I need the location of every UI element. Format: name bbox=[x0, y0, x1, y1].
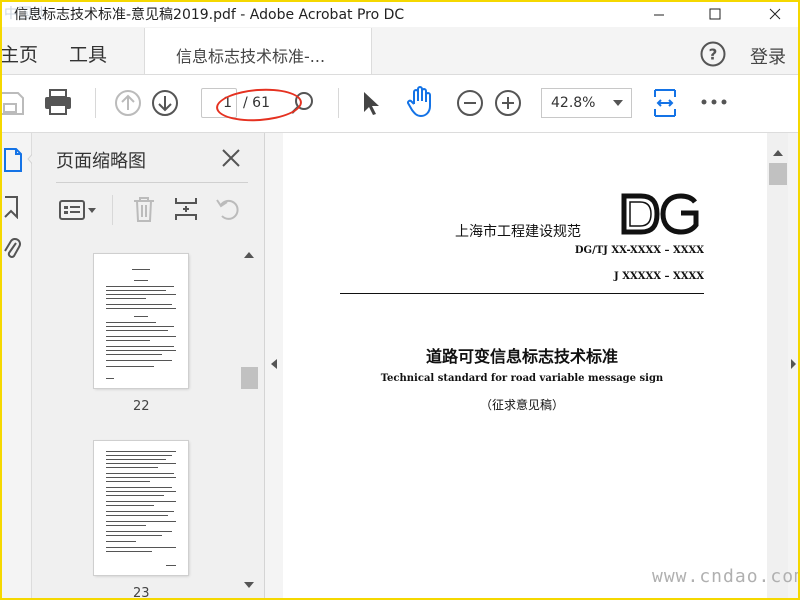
dg-logo bbox=[621, 193, 701, 235]
delete-page-button[interactable] bbox=[130, 194, 158, 224]
expand-right-panel-arrow-icon[interactable] bbox=[789, 358, 797, 370]
tab-document-label: 信息标志技术标准-... bbox=[176, 47, 326, 66]
zoom-out-button[interactable] bbox=[455, 88, 485, 118]
tab-bar bbox=[0, 27, 800, 75]
ellipsis-icon bbox=[701, 99, 727, 105]
cursor-arrow-icon bbox=[364, 92, 379, 115]
chevron-down-icon bbox=[612, 98, 624, 108]
doc-code-line-1: DG/TJ XX-XXXX – XXXX bbox=[574, 245, 704, 256]
doc-header-rule bbox=[340, 293, 704, 294]
arrow-down-circle-icon bbox=[152, 90, 178, 116]
thumbnail-page-22[interactable] bbox=[94, 254, 188, 388]
scroll-up-arrow-icon[interactable] bbox=[243, 250, 255, 260]
thumbnail-options-button[interactable] bbox=[58, 196, 98, 224]
options-list-icon bbox=[59, 200, 96, 220]
printer-icon bbox=[45, 89, 71, 115]
minus-circle-icon bbox=[457, 90, 483, 116]
thumbnail-page-23-label: 23 bbox=[133, 586, 150, 601]
print-button[interactable] bbox=[42, 86, 74, 118]
zoom-value: 42.8% bbox=[551, 95, 596, 111]
toolbar-separator bbox=[95, 88, 96, 118]
toolbar-separator bbox=[338, 88, 339, 118]
bookmark-icon bbox=[4, 196, 18, 219]
close-panel-button[interactable] bbox=[219, 146, 243, 170]
thumbnail-page-22-label: 22 bbox=[133, 399, 150, 414]
nav-home[interactable]: 主页 bbox=[0, 40, 38, 67]
maximize-button[interactable] bbox=[692, 0, 738, 27]
nav-tools[interactable]: 工具 bbox=[69, 40, 107, 67]
doc-publisher: 上海市工程建设规范 bbox=[455, 224, 581, 240]
panel-divider bbox=[56, 182, 248, 183]
save-button[interactable] bbox=[0, 88, 24, 118]
close-icon bbox=[769, 8, 781, 19]
thumbnail-scroll-thumb[interactable] bbox=[241, 367, 258, 389]
select-tool-button[interactable] bbox=[358, 88, 384, 118]
zoom-in-button[interactable] bbox=[493, 88, 523, 118]
insert-page-button[interactable] bbox=[172, 194, 200, 224]
previous-page-button[interactable] bbox=[113, 88, 143, 118]
document-scroll-thumb[interactable] bbox=[769, 163, 787, 185]
rotate-page-button[interactable] bbox=[214, 194, 242, 224]
document-scrollbar[interactable] bbox=[767, 133, 788, 600]
doc-code-line-2: J XXXXX – XXXX bbox=[613, 271, 704, 282]
attachments-nav-button[interactable] bbox=[2, 234, 22, 262]
thumbnail-page-23[interactable] bbox=[94, 441, 188, 575]
fit-page-button[interactable] bbox=[650, 86, 680, 120]
next-page-button[interactable] bbox=[150, 88, 180, 118]
close-window-button[interactable] bbox=[752, 0, 798, 27]
site-watermark: www.cndao.com bbox=[652, 566, 800, 587]
panel-separator bbox=[112, 195, 113, 225]
page-thumbnails-nav-button[interactable] bbox=[2, 146, 24, 174]
doc-title-en: Technical standard for road variable mes… bbox=[380, 373, 664, 384]
scroll-down-arrow-icon[interactable] bbox=[243, 580, 255, 590]
hand-tool-button[interactable] bbox=[404, 86, 436, 118]
bookmarks-nav-button[interactable] bbox=[2, 194, 22, 220]
paperclip-icon bbox=[4, 238, 21, 258]
thumbnail-scrollbar[interactable] bbox=[240, 245, 258, 600]
window-title: 信息标志技术标准-意见稿2019.pdf - Adobe Acrobat Pro… bbox=[14, 7, 405, 23]
save-icon bbox=[0, 92, 24, 115]
doc-scroll-up-arrow-icon[interactable] bbox=[772, 148, 784, 158]
more-tools-button[interactable] bbox=[700, 92, 728, 112]
doc-draft-note: （征求意见稿） bbox=[479, 398, 564, 412]
hand-icon bbox=[407, 86, 431, 117]
minimize-button[interactable] bbox=[636, 0, 682, 27]
close-icon bbox=[222, 149, 240, 167]
svg-text:?: ? bbox=[709, 46, 718, 64]
panel-title: 页面缩略图 bbox=[56, 151, 146, 172]
doc-title-cn: 道路可变信息标志技术标准 bbox=[425, 347, 618, 366]
collapse-panel-arrow-icon[interactable] bbox=[269, 358, 279, 370]
login-link[interactable]: 登录 bbox=[750, 43, 786, 69]
maximize-icon bbox=[709, 8, 721, 19]
question-circle-icon[interactable]: ? bbox=[700, 41, 726, 67]
rotate-icon bbox=[216, 199, 239, 220]
fit-width-icon bbox=[654, 89, 676, 117]
arrow-up-circle-icon bbox=[115, 90, 141, 116]
plus-circle-icon bbox=[495, 90, 521, 116]
minimize-icon bbox=[654, 14, 664, 15]
pages-icon bbox=[4, 148, 22, 172]
trash-icon bbox=[134, 197, 154, 222]
insert-pages-icon bbox=[175, 198, 197, 220]
